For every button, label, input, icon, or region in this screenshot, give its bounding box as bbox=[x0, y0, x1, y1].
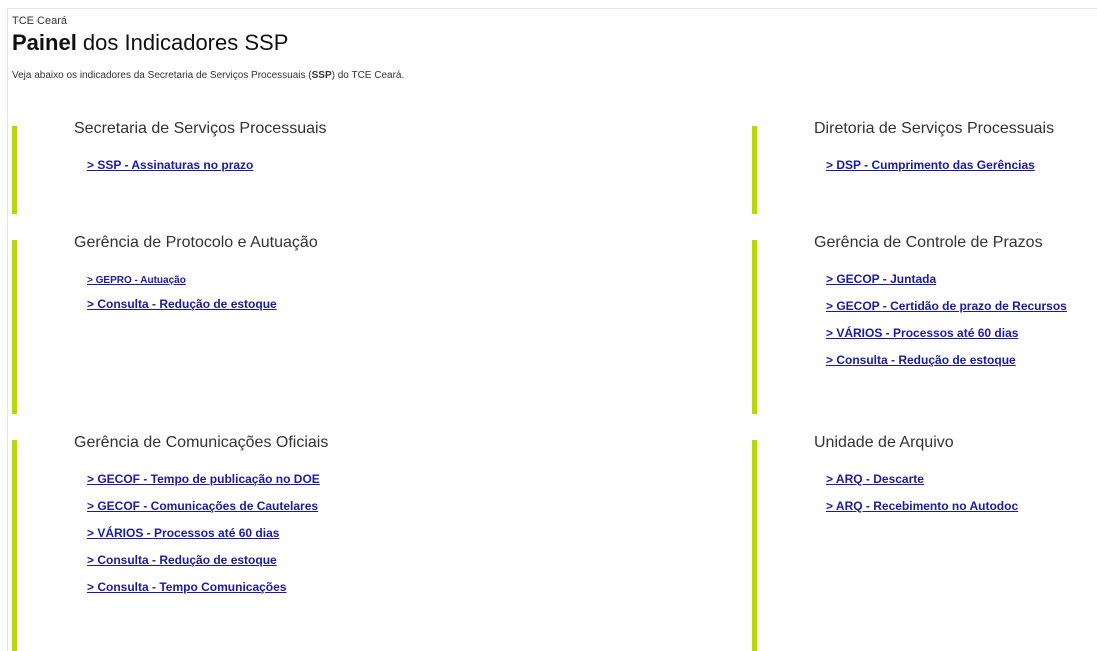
section-title: Gerência de Controle de Prazos bbox=[814, 234, 1043, 251]
link-gecof-cautelares[interactable]: > GECOF - Comunicações de Cautelares bbox=[87, 499, 318, 513]
list-item: > GECOF - Tempo de publicação no DOE bbox=[87, 471, 320, 498]
section-title: Diretoria de Serviços Processuais bbox=[814, 120, 1055, 137]
link-gecop-juntada[interactable]: > GECOP - Juntada bbox=[826, 272, 936, 286]
link-varios-60-dias[interactable]: > VÁRIOS - Processos até 60 dias bbox=[826, 326, 1018, 340]
list-item: > SSP - Assinaturas no prazo bbox=[87, 157, 253, 184]
list-item: > GECOF - Comunicações de Cautelares bbox=[87, 498, 320, 525]
accent-bar bbox=[752, 240, 757, 414]
page-description: Veja abaixo os indicadores da Secretaria… bbox=[12, 70, 404, 81]
list-item: > Consulta - Redução de estoque bbox=[87, 296, 277, 323]
desc-after: ) do TCE Ceará. bbox=[331, 70, 405, 81]
section-gecof: Gerência de Comunicações Oficiais > GECO… bbox=[12, 434, 412, 651]
desc-bold: SSP bbox=[311, 70, 332, 81]
section-dsp: Diretoria de Serviços Processuais > DSP … bbox=[752, 120, 1092, 214]
link-arq-recebimento[interactable]: > ARQ - Recebimento no Autodoc bbox=[826, 499, 1018, 513]
page-title: Painel dos Indicadores SSP bbox=[12, 30, 288, 56]
accent-bar bbox=[752, 440, 757, 651]
link-consulta-estoque[interactable]: > Consulta - Redução de estoque bbox=[826, 353, 1016, 367]
link-gecop-certidao[interactable]: > GECOP - Certidão de prazo de Recursos bbox=[826, 299, 1067, 313]
link-arq-descarte[interactable]: > ARQ - Descarte bbox=[826, 472, 924, 486]
link-consulta-estoque[interactable]: > Consulta - Redução de estoque bbox=[87, 553, 277, 567]
link-varios-60-dias[interactable]: > VÁRIOS - Processos até 60 dias bbox=[87, 526, 279, 540]
list-item: > GEPRO - Autuação bbox=[87, 271, 277, 296]
link-gepro-autuacao[interactable]: > GEPRO - Autuação bbox=[87, 275, 186, 286]
section-title: Gerência de Comunicações Oficiais bbox=[74, 434, 329, 451]
link-gecof-tempo-doe[interactable]: > GECOF - Tempo de publicação no DOE bbox=[87, 472, 320, 486]
section-title: Gerência de Protocolo e Autuação bbox=[74, 234, 318, 251]
section-arq: Unidade de Arquivo > ARQ - Descarte > AR… bbox=[752, 434, 1092, 651]
list-item: > ARQ - Descarte bbox=[826, 471, 1018, 498]
link-list: > GEPRO - Autuação > Consulta - Redução … bbox=[87, 271, 277, 323]
list-item: > VÁRIOS - Processos até 60 dias bbox=[826, 325, 1067, 352]
link-dsp-cumprimento[interactable]: > DSP - Cumprimento das Gerências bbox=[826, 158, 1035, 172]
link-ssp-assinaturas[interactable]: > SSP - Assinaturas no prazo bbox=[87, 158, 253, 172]
link-list: > GECOF - Tempo de publicação no DOE > G… bbox=[87, 471, 320, 606]
list-item: > GECOP - Certidão de prazo de Recursos bbox=[826, 298, 1067, 325]
section-gecop: Gerência de Controle de Prazos > GECOP -… bbox=[752, 234, 1092, 414]
list-item: > ARQ - Recebimento no Autodoc bbox=[826, 498, 1018, 525]
link-consulta-estoque[interactable]: > Consulta - Redução de estoque bbox=[87, 297, 277, 311]
accent-bar bbox=[12, 126, 17, 214]
accent-bar bbox=[12, 240, 17, 414]
section-gepro: Gerência de Protocolo e Autuação > GEPRO… bbox=[12, 234, 412, 414]
list-item: > Consulta - Tempo Comunicações bbox=[87, 579, 320, 606]
list-item: > GECOP - Juntada bbox=[826, 271, 1067, 298]
list-item: > DSP - Cumprimento das Gerências bbox=[826, 157, 1035, 184]
link-consulta-tempo-comunicacoes[interactable]: > Consulta - Tempo Comunicações bbox=[87, 580, 286, 594]
list-item: > Consulta - Redução de estoque bbox=[87, 552, 320, 579]
page-title-bold: Painel bbox=[12, 30, 77, 55]
accent-bar bbox=[752, 126, 757, 214]
list-item: > VÁRIOS - Processos até 60 dias bbox=[87, 525, 320, 552]
link-list: > DSP - Cumprimento das Gerências bbox=[826, 157, 1035, 184]
section-ssp: Secretaria de Serviços Processuais > SSP… bbox=[12, 120, 412, 214]
org-label: TCE Ceará bbox=[12, 15, 68, 27]
link-list: > SSP - Assinaturas no prazo bbox=[87, 157, 253, 184]
list-item: > Consulta - Redução de estoque bbox=[826, 352, 1067, 379]
section-title: Secretaria de Serviços Processuais bbox=[74, 120, 327, 137]
desc-before: Veja abaixo os indicadores da Secretaria… bbox=[12, 70, 312, 81]
section-title: Unidade de Arquivo bbox=[814, 434, 954, 451]
link-list: > GECOP - Juntada > GECOP - Certidão de … bbox=[826, 271, 1067, 379]
accent-bar bbox=[12, 440, 17, 651]
page-title-rest: dos Indicadores SSP bbox=[76, 30, 289, 55]
link-list: > ARQ - Descarte > ARQ - Recebimento no … bbox=[826, 471, 1018, 525]
